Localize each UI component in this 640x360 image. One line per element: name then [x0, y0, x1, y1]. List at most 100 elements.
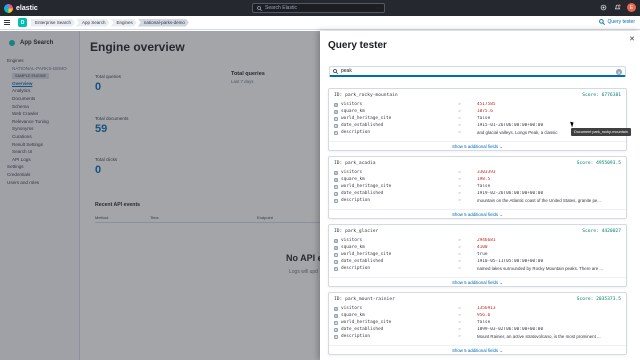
chevron-down-icon: ⌄ [498, 348, 504, 353]
query-tester-link[interactable]: Query tester [599, 19, 635, 25]
field-name: world_heritage_site [341, 320, 392, 325]
result-card[interactable]: ID: park_mount-rainier Score: 2035373.5 # v… [328, 292, 627, 355]
arrow-icon: ⇒ [458, 320, 461, 325]
breadcrumb-engines[interactable]: Engines [111, 19, 137, 27]
close-icon[interactable]: ✕ [629, 35, 635, 43]
result-field-row: d date_established ⇒ 1919-02-26T06:00:00+00… [329, 190, 626, 197]
field-name: square_km [341, 109, 365, 114]
field-value: false [477, 184, 491, 189]
field-value: mountain on the Atlantic coast of the Un… [477, 198, 601, 203]
result-header: ID: park_acadia Score: 4955093.5 [329, 157, 626, 169]
help-icon[interactable] [599, 3, 608, 12]
user-avatar[interactable]: E [627, 3, 636, 12]
field-type-icon: # [334, 306, 338, 311]
field-name: date_established [341, 191, 384, 196]
field-value: 1910-05-11T05:00:00+00:00 [477, 259, 544, 264]
result-field-row: # visitors ⇒ 2946681 [329, 237, 626, 244]
arrow-icon: ⇒ [458, 313, 461, 318]
field-value: and glacial valleys. Longs Peak, a class… [477, 130, 558, 135]
field-type-icon: # [334, 102, 338, 107]
field-type-icon: t [334, 116, 338, 121]
show-additional-fields-label: Show 5 additional fields [451, 280, 499, 285]
result-id[interactable]: ID: park_rocky-mountain [334, 93, 398, 98]
query-tester-search-input[interactable]: peak ✕ [329, 66, 626, 77]
field-type-icon: # [334, 170, 338, 175]
breadcrumb-current-engine: national-parks-demo [138, 19, 189, 27]
arrow-icon: ⇒ [458, 252, 461, 257]
result-header: ID: park_mount-rainier Score: 2035373.5 [329, 293, 626, 305]
result-field-row: d date_established ⇒ 1910-05-11T05:00:00+00… [329, 258, 626, 265]
result-field-row: # square_km ⇒ 956.6 [329, 312, 626, 319]
field-name: visitors [341, 102, 363, 107]
field-value: 4100 [477, 245, 488, 250]
notifications-icon[interactable] [613, 3, 622, 12]
result-score: Score: 6776381 [582, 93, 621, 98]
document-tooltip: Document park_rocky-mountain [571, 128, 631, 136]
field-value: 2946681 [477, 238, 496, 243]
field-type-icon: d [334, 123, 338, 128]
result-id[interactable]: ID: park_glacier [334, 229, 378, 234]
arrow-icon: ⇒ [458, 109, 461, 114]
show-additional-fields-label: Show 5 additional fields [451, 144, 499, 149]
global-search-input[interactable]: Search Elastic [252, 3, 385, 13]
arrow-icon: ⇒ [458, 177, 461, 182]
arrow-icon: ⇒ [458, 245, 461, 250]
search-icon [257, 5, 262, 11]
show-additional-fields-label: Show 5 additional fields [451, 348, 499, 353]
result-card[interactable]: ID: park_glacier Score: 4420027 # visitors ⇒… [328, 224, 627, 287]
field-value: Mount Rainier, an active stratovolcano, … [477, 334, 601, 339]
field-type-icon: t [334, 266, 338, 271]
menu-toggle-button[interactable] [4, 18, 14, 28]
breadcrumb-app-search[interactable]: App Search [76, 19, 110, 27]
chevron-down-icon: ⌄ [498, 280, 504, 285]
arrow-icon: ⇒ [458, 116, 461, 121]
clear-icon[interactable]: ✕ [616, 69, 622, 75]
field-name: world_heritage_site [341, 116, 392, 121]
show-additional-fields-label: Show 5 additional fields [451, 212, 499, 217]
show-additional-fields-button[interactable]: Show 5 additional fields ⌄ [329, 345, 626, 354]
search-icon [333, 68, 338, 74]
arrow-icon: ⇒ [458, 130, 461, 135]
breadcrumb-bar: D Enterprise Search App Search Engines n… [0, 16, 640, 30]
field-type-icon: # [334, 177, 338, 182]
arrow-icon: ⇒ [458, 102, 461, 107]
result-card[interactable]: ID: park_rocky-mountain Score: 6776381 # vi… [328, 88, 627, 151]
field-type-icon: t [334, 130, 338, 135]
arrow-icon: ⇒ [458, 184, 461, 189]
logo-text: elastic [16, 4, 38, 12]
field-name: world_heritage_site [341, 184, 392, 189]
show-additional-fields-button[interactable]: Show 5 additional fields ⌄ [329, 141, 626, 150]
query-tester-label: Query tester [607, 19, 635, 25]
result-field-row: # visitors ⇒ 4517585 [329, 101, 626, 108]
flyout-overlay[interactable] [0, 31, 320, 360]
field-type-icon: d [334, 259, 338, 264]
elastic-logo[interactable]: elastic [0, 3, 120, 13]
result-field-row: t world_heritage_site ⇒ false [329, 183, 626, 190]
result-id[interactable]: ID: park_mount-rainier [334, 297, 395, 302]
space-avatar[interactable]: D [18, 18, 27, 27]
breadcrumb: Enterprise Search App Search Engines nat… [31, 19, 190, 27]
field-name: visitors [341, 238, 363, 243]
result-field-row: # square_km ⇒ 4100 [329, 244, 626, 251]
field-value: 3303393 [477, 170, 496, 175]
field-name: description [341, 266, 371, 271]
field-name: square_km [341, 177, 365, 182]
field-name: date_established [341, 327, 384, 332]
result-card[interactable]: ID: park_acadia Score: 4955093.5 # visitors… [328, 156, 627, 219]
breadcrumb-enterprise-search[interactable]: Enterprise Search [31, 19, 75, 27]
field-type-icon: # [334, 245, 338, 250]
field-value: 956.6 [477, 313, 491, 318]
show-additional-fields-button[interactable]: Show 5 additional fields ⌄ [329, 277, 626, 286]
arrow-icon: ⇒ [458, 238, 461, 243]
show-additional-fields-button[interactable]: Show 5 additional fields ⌄ [329, 209, 626, 218]
result-field-row: d date_established ⇒ 1899-03-02T06:00:00+00… [329, 326, 626, 333]
field-value: false [477, 320, 491, 325]
result-id[interactable]: ID: park_acadia [334, 161, 376, 166]
field-name: description [341, 198, 371, 203]
field-type-icon: d [334, 191, 338, 196]
result-score: Score: 4420027 [582, 229, 621, 234]
result-header: ID: park_rocky-mountain Score: 6776381 [329, 89, 626, 101]
result-field-row: t description ⇒ named lakes surrounded by R… [329, 265, 626, 272]
field-type-icon: t [334, 334, 338, 339]
arrow-icon: ⇒ [458, 327, 461, 332]
